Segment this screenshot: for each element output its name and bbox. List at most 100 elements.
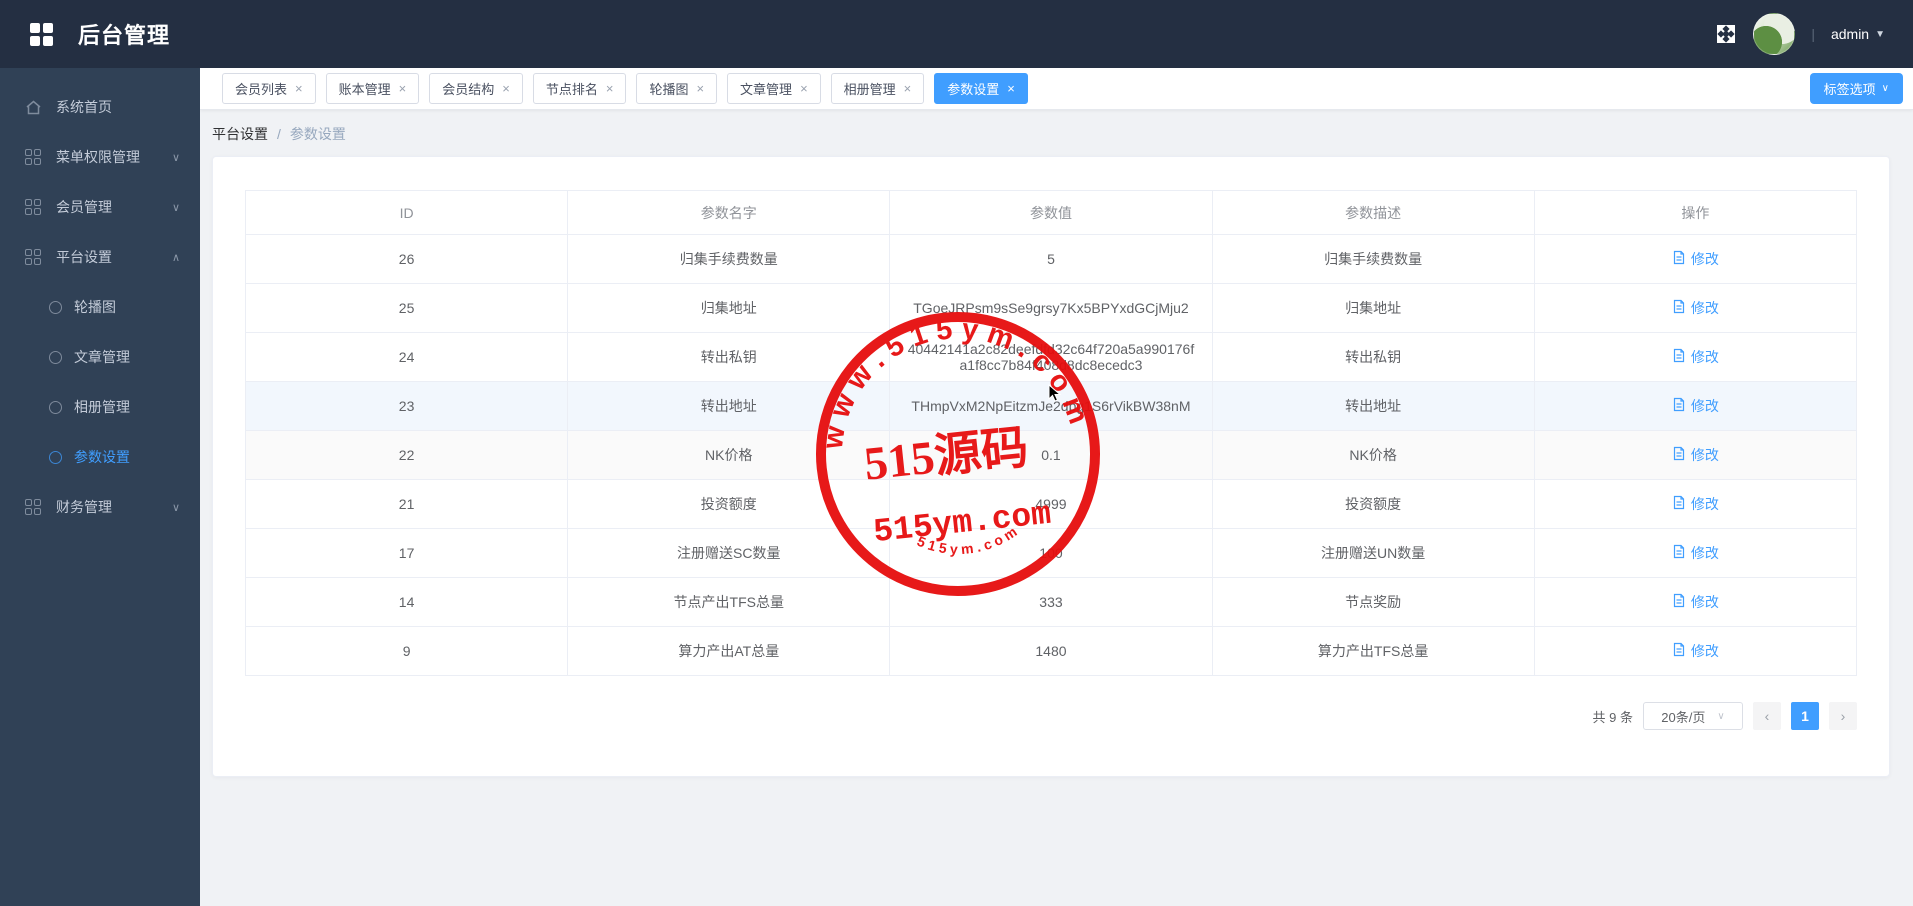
edit-button[interactable]: 修改 (1672, 249, 1719, 269)
tab-close-icon[interactable]: × (1007, 81, 1015, 96)
cell-actions: 修改 (1534, 235, 1856, 284)
sidebar-item-0[interactable]: 系统首页 (0, 82, 200, 132)
tab-4[interactable]: 轮播图× (636, 73, 717, 104)
cell-id: 24 (246, 333, 568, 382)
cell-actions: 修改 (1534, 284, 1856, 333)
edit-button[interactable]: 修改 (1672, 298, 1719, 318)
tab-label: 节点排名 (546, 79, 598, 98)
total-count: 共 9 条 (1593, 707, 1633, 726)
edit-button[interactable]: 修改 (1672, 396, 1719, 416)
avatar[interactable] (1753, 13, 1795, 55)
cell-id: 9 (246, 627, 568, 676)
cell-param-value: 5 (890, 235, 1212, 284)
grid-icon (24, 248, 42, 266)
page-size-select[interactable]: 20条/页 ∨ (1643, 702, 1743, 730)
tab-close-icon[interactable]: × (696, 81, 704, 96)
fullscreen-icon[interactable] (1715, 23, 1737, 45)
edit-button[interactable]: 修改 (1672, 641, 1719, 661)
edit-label: 修改 (1691, 396, 1719, 416)
tab-close-icon[interactable]: × (904, 81, 912, 96)
tab-2[interactable]: 会员结构 × (429, 73, 523, 104)
tab-label: 会员结构 (442, 79, 494, 98)
cell-param-desc: 投资额度 (1212, 480, 1534, 529)
tab-5[interactable]: 文章管理 × (727, 73, 821, 104)
breadcrumb-item-platform[interactable]: 平台设置 (212, 124, 268, 144)
sidebar-item-label: 轮播图 (74, 297, 116, 317)
cell-id: 14 (246, 578, 568, 627)
sidebar-item-1[interactable]: 菜单权限管理∨ (0, 132, 200, 182)
tab-bar: 会员列表×账本管理×会员结构×节点排名×轮播图×文章管理×相册管理×参数设置× … (200, 68, 1913, 110)
sidebar-item-2[interactable]: 会员管理∨ (0, 182, 200, 232)
column-header: 参数值 (890, 191, 1212, 235)
column-header: 参数名字 (568, 191, 890, 235)
tab-close-icon[interactable]: × (606, 81, 614, 96)
chevron-down-icon: ∨ (172, 151, 180, 164)
sidebar-item-5[interactable]: 文章管理 (0, 332, 200, 382)
edit-button[interactable]: 修改 (1672, 445, 1719, 465)
cell-id: 22 (246, 431, 568, 480)
cell-param-desc: NK价格 (1212, 431, 1534, 480)
tab-close-icon[interactable]: × (502, 81, 510, 96)
circle-icon (48, 450, 62, 464)
edit-label: 修改 (1691, 592, 1719, 612)
tag-options-button[interactable]: 标签选项∨ (1810, 73, 1903, 104)
cell-param-name: 归集手续费数量 (568, 235, 890, 284)
main-content: 会员列表×账本管理×会员结构×节点排名×轮播图×文章管理×相册管理×参数设置× … (200, 68, 1913, 906)
tab-label: 文章管理 (740, 79, 792, 98)
cell-id: 21 (246, 480, 568, 529)
tab-close-icon[interactable]: × (399, 81, 407, 96)
tab-close-icon[interactable]: × (295, 81, 303, 96)
edit-button[interactable]: 修改 (1672, 543, 1719, 563)
prev-page-button[interactable]: ‹ (1753, 702, 1781, 730)
breadcrumb: 平台设置 / 参数设置 (212, 124, 1913, 144)
edit-button[interactable]: 修改 (1672, 494, 1719, 514)
cell-param-desc: 归集手续费数量 (1212, 235, 1534, 284)
document-icon (1672, 642, 1686, 660)
cell-param-desc: 节点奖励 (1212, 578, 1534, 627)
edit-label: 修改 (1691, 445, 1719, 465)
edit-button[interactable]: 修改 (1672, 347, 1719, 367)
circle-icon (48, 350, 62, 364)
cell-param-desc: 算力产出TFS总量 (1212, 627, 1534, 676)
sidebar-item-3[interactable]: 平台设置∧ (0, 232, 200, 282)
cell-param-desc: 归集地址 (1212, 284, 1534, 333)
cell-actions: 修改 (1534, 627, 1856, 676)
table-card: ID参数名字参数值参数描述操作 26归集手续费数量5归集手续费数量修改25归集地… (212, 156, 1890, 777)
tab-1[interactable]: 账本管理× (326, 73, 420, 104)
table-row: 23转出地址THmpVxM2NpEitzmJe2dpg1S6rVikBW38nM… (246, 382, 1857, 431)
params-table: ID参数名字参数值参数描述操作 26归集手续费数量5归集手续费数量修改25归集地… (245, 190, 1857, 676)
tab-7[interactable]: 参数设置× (934, 73, 1028, 104)
cell-id: 25 (246, 284, 568, 333)
sidebar-item-8[interactable]: 财务管理∨ (0, 482, 200, 532)
cell-actions: 修改 (1534, 382, 1856, 431)
tab-close-icon[interactable]: × (800, 81, 808, 96)
sidebar: 系统首页菜单权限管理∨会员管理∨平台设置∧ 轮播图文章管理相册管理参数设置财务管理… (0, 68, 200, 906)
cell-param-desc: 转出私钥 (1212, 333, 1534, 382)
grid-icon (24, 198, 42, 216)
cell-param-value: 40442141a2c82deefdfd32c64f720a5a990176fa… (890, 333, 1212, 382)
table-row: 17注册赠送SC数量100注册赠送UN数量修改 (246, 529, 1857, 578)
edit-button[interactable]: 修改 (1672, 592, 1719, 612)
document-icon (1672, 593, 1686, 611)
document-icon (1672, 544, 1686, 562)
tab-6[interactable]: 相册管理× (831, 73, 925, 104)
cell-param-name: NK价格 (568, 431, 890, 480)
header-divider: | (1811, 26, 1815, 42)
cell-actions: 修改 (1534, 333, 1856, 382)
cell-param-value: 1480 (890, 627, 1212, 676)
user-menu[interactable]: admin ▼ (1831, 26, 1885, 42)
tab-0[interactable]: 会员列表× (222, 73, 316, 104)
sidebar-item-7[interactable]: 参数设置 (0, 432, 200, 482)
tab-3[interactable]: 节点排名 × (533, 73, 627, 104)
circle-icon (48, 400, 62, 414)
cell-id: 26 (246, 235, 568, 284)
cell-actions: 修改 (1534, 578, 1856, 627)
edit-label: 修改 (1691, 347, 1719, 367)
sidebar-item-4[interactable]: 轮播图 (0, 282, 200, 332)
sidebar-item-6[interactable]: 相册管理 (0, 382, 200, 432)
app-header: 后台管理 | admin ▼ (0, 0, 1913, 68)
current-page-button[interactable]: 1 (1791, 702, 1819, 730)
chevron-up-icon: ∧ (172, 251, 180, 264)
sidebar-item-label: 相册管理 (74, 397, 130, 417)
next-page-button[interactable]: › (1829, 702, 1857, 730)
